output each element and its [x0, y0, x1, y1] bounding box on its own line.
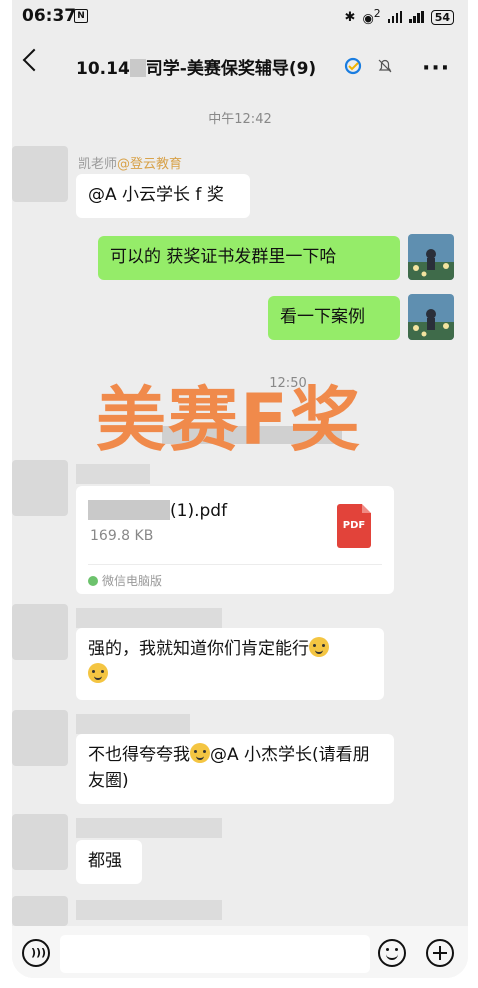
input-bar: ))) — [12, 926, 468, 978]
avatar-self[interactable] — [408, 234, 454, 280]
avatar-member[interactable] — [12, 460, 68, 516]
bluetooth-icon: ✱ — [344, 9, 356, 25]
message-bubble-self[interactable]: 看一下案例 — [268, 296, 400, 340]
redacted-block — [129, 59, 146, 77]
signal-icon-2 — [409, 11, 424, 23]
hotspot-icon: ◉2 — [362, 7, 381, 27]
message-bubble[interactable]: @A 小云学长 f 奖 — [76, 174, 250, 218]
sender-name-redacted — [76, 714, 190, 734]
doge-emoji-icon — [309, 637, 329, 657]
message-bubble-self[interactable]: 可以的 获奖证书发群里一下哈 — [98, 236, 400, 280]
message-bubble[interactable]: 都强 — [76, 840, 142, 884]
file-size: 169.8 KB — [90, 528, 154, 544]
file-message-card[interactable]: (1).pdf 169.8 KB PDF 微信电脑版 — [76, 486, 394, 594]
chat-timestamp: 中午12:42 — [208, 112, 272, 127]
sender-name: 凯老师@登云教育 — [78, 157, 183, 172]
doge-emoji-icon — [190, 743, 210, 763]
avatar-member[interactable] — [12, 604, 68, 660]
mute-bell-icon — [378, 59, 392, 73]
file-source: 微信电脑版 — [88, 572, 162, 589]
file-name: (1).pdf — [88, 500, 227, 521]
doge-emoji-icon — [88, 663, 108, 683]
nfc-icon: N — [74, 9, 88, 23]
status-right-group: ✱ ◉2 54 — [344, 7, 454, 27]
watermark-overlay: 美赛F奖 — [96, 379, 362, 461]
chat-header: 10.14 司学-美赛保奖辅导(9) ··· — [12, 34, 468, 94]
sender-name-redacted — [76, 900, 222, 920]
wechat-pc-icon — [88, 576, 98, 586]
message-bubble[interactable]: 不也得夸夸我 @A 小杰学长(请看朋友圈) — [76, 734, 394, 804]
status-time: 06:37 — [22, 6, 77, 26]
emoji-button-icon[interactable] — [378, 939, 406, 967]
pdf-file-icon: PDF — [337, 504, 371, 548]
message-input[interactable] — [60, 935, 370, 973]
avatar-member[interactable] — [12, 710, 68, 766]
sender-name-redacted — [76, 464, 150, 484]
plus-button-icon[interactable] — [426, 939, 454, 967]
more-options-icon[interactable]: ··· — [422, 56, 450, 81]
battery-icon: 54 — [430, 9, 454, 25]
signal-icon — [387, 11, 403, 23]
wechat-chat-screen: 06:37 N ✱ ◉2 54 10.14 司学-美赛保奖辅导(9) ··· 中午… — [12, 0, 468, 978]
voice-icon: ))) — [31, 946, 47, 959]
chat-title: 10.14 司学-美赛保奖辅导(9) — [76, 59, 317, 79]
redacted-block — [88, 500, 170, 520]
divider — [88, 564, 382, 565]
back-arrow-icon[interactable] — [22, 48, 46, 72]
avatar-member[interactable] — [12, 896, 68, 926]
avatar-self[interactable] — [408, 294, 454, 340]
search-badge-icon[interactable] — [343, 56, 365, 78]
status-bar: 06:37 N ✱ ◉2 54 — [12, 0, 468, 34]
sender-name-redacted — [76, 608, 222, 628]
avatar-teacher[interactable] — [12, 146, 68, 202]
sender-name-redacted — [76, 818, 222, 838]
voice-toggle-button[interactable]: ))) — [22, 939, 50, 967]
avatar-member[interactable] — [12, 814, 68, 870]
message-bubble[interactable]: 强的，我就知道你们肯定能行 — [76, 628, 384, 700]
